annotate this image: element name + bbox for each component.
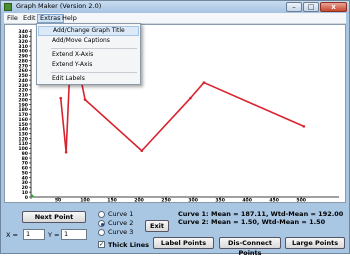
- menu-file[interactable]: File: [5, 14, 20, 23]
- disconnect-points-button[interactable]: Dis-Connect Points: [219, 237, 281, 257]
- x-tick-label: 450: [269, 198, 279, 203]
- y-tick-label: 340: [18, 29, 28, 35]
- menu-item-add-move-captions[interactable]: Add/Move Captions: [38, 36, 139, 46]
- app-icon: [4, 3, 12, 11]
- thick-lines-label: Thick Lines: [108, 241, 150, 249]
- window-title: Graph Maker (Version 2.0): [16, 2, 102, 10]
- x-tick-label: 200: [134, 198, 144, 203]
- menu-help[interactable]: Help: [60, 14, 79, 23]
- x-tick-label: 350: [215, 198, 225, 203]
- data-point: [302, 125, 306, 128]
- menu-item-extend-x-axis[interactable]: Extend X-Axis: [38, 50, 139, 60]
- x-label: X =: [6, 231, 18, 239]
- x-tick-label: 50: [55, 198, 61, 203]
- close-button[interactable]: x: [320, 2, 347, 12]
- label-points-button[interactable]: Label Points: [153, 237, 214, 249]
- title-bar[interactable]: Graph Maker (Version 2.0) – □ x: [1, 1, 349, 13]
- x-tick-label: 400: [242, 198, 252, 203]
- curve-2-label: Curve 2: [108, 219, 134, 227]
- data-point: [202, 81, 206, 84]
- x-tick-label: 500: [296, 198, 306, 203]
- large-points-button[interactable]: Large Points: [285, 237, 345, 249]
- minimize-button[interactable]: –: [286, 2, 302, 12]
- thick-lines-checkbox[interactable]: ✓: [98, 241, 105, 248]
- menu-item-add-change-graph-title[interactable]: Add/Change Graph Title: [38, 26, 139, 36]
- curve-1-radio[interactable]: [98, 211, 105, 218]
- menu-separator: [51, 72, 137, 73]
- data-point: [83, 98, 87, 101]
- curve-1-stats: Mean = 187.11, Wtd-Mean = 192.00: [211, 210, 344, 218]
- curve-1-label: Curve 1: [108, 210, 134, 218]
- exit-button[interactable]: Exit: [145, 220, 169, 232]
- extras-dropdown-menu: Add/Change Graph Title Add/Move Captions…: [36, 23, 141, 85]
- curve-3-radio[interactable]: [98, 229, 105, 236]
- x-input[interactable]: 1: [23, 229, 45, 240]
- menu-item-edit-labels[interactable]: Edit Labels: [38, 74, 139, 84]
- curve-2-stats: Mean = 1.50, Wtd-Mean = 1.50: [211, 218, 326, 226]
- data-point: [64, 150, 68, 154]
- curve-3-label: Curve 3: [108, 228, 134, 236]
- data-point: [140, 149, 144, 153]
- menu-edit[interactable]: Edit: [21, 14, 38, 23]
- origin-point: [30, 194, 34, 198]
- x-tick-label: 300: [188, 198, 198, 203]
- y-input[interactable]: 1: [61, 229, 87, 240]
- y-label: Y =: [48, 231, 60, 239]
- menu-item-extend-y-axis[interactable]: Extend Y-Axis: [38, 60, 139, 70]
- curve-2-radio[interactable]: [98, 220, 105, 227]
- x-tick-label: 250: [161, 198, 171, 203]
- maximize-button[interactable]: □: [303, 2, 319, 12]
- data-point: [189, 96, 192, 100]
- x-tick-label: 100: [80, 198, 90, 203]
- menu-separator: [51, 48, 137, 49]
- data-point: [59, 96, 63, 100]
- x-tick-label: 150: [107, 198, 117, 203]
- curve-2-stats-label: Curve 2:: [178, 218, 209, 226]
- curve-1-stats-label: Curve 1:: [178, 210, 209, 218]
- graph-maker-window: Graph Maker (Version 2.0) – □ x File Edi…: [0, 0, 350, 257]
- next-point-button[interactable]: Next Point: [22, 211, 86, 223]
